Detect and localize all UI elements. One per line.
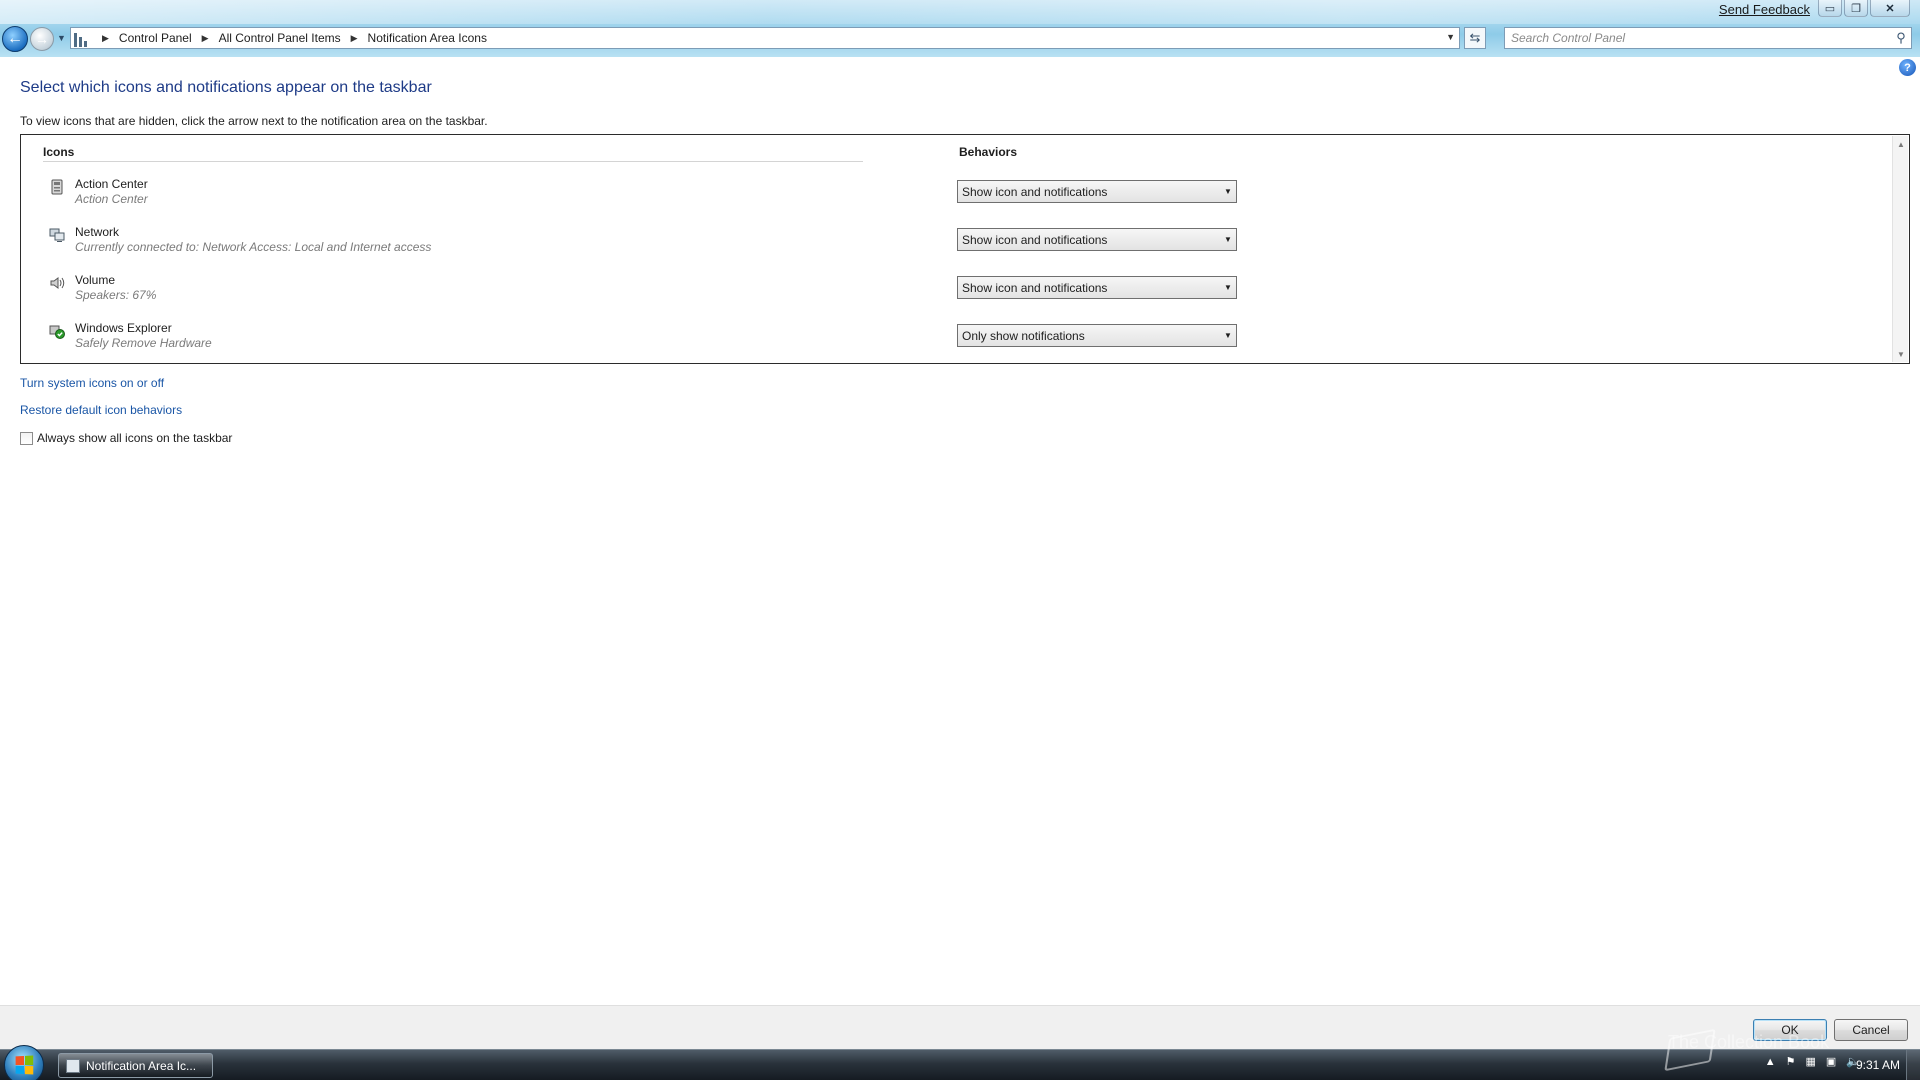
safely-remove-hardware-icon (49, 323, 65, 339)
volume-icon (49, 275, 65, 291)
vertical-scrollbar[interactable]: ▲ ▼ (1892, 136, 1908, 362)
minimize-button[interactable]: ▭ (1818, 0, 1842, 17)
dialog-footer: OK Cancel (0, 1005, 1920, 1049)
list-item-volume: Volume Speakers: 67% Show icon and notif… (21, 271, 1881, 315)
scroll-down-icon[interactable]: ▼ (1893, 346, 1909, 362)
icon-name: Action Center (75, 177, 148, 191)
always-show-label: Always show all icons on the taskbar (37, 431, 233, 445)
icon-description: Currently connected to: Network Access: … (75, 240, 432, 254)
control-panel-icon (74, 29, 94, 47)
always-show-all-icons-option[interactable]: Always show all icons on the taskbar (20, 431, 232, 445)
watermark-text: The Collection Book (1668, 1032, 1830, 1052)
help-icon[interactable]: ? (1899, 59, 1916, 76)
notification-area: ▲ ⚑ ▦ ▣ 🔈 (1765, 1055, 1860, 1069)
back-arrow-icon: ← (7, 30, 23, 47)
scroll-up-icon[interactable]: ▲ (1893, 136, 1909, 152)
breadcrumb-notification-area-icons[interactable]: Notification Area Icons (366, 31, 489, 45)
cancel-button[interactable]: Cancel (1834, 1019, 1908, 1041)
send-feedback-link[interactable]: Send Feedback (1719, 2, 1810, 17)
restore-default-behaviors-link[interactable]: Restore default icon behaviors (20, 403, 182, 417)
chevron-down-icon: ▼ (1224, 235, 1232, 244)
behavior-select[interactable]: Show icon and notifications ▼ (957, 180, 1237, 203)
always-show-checkbox[interactable] (20, 431, 33, 445)
show-desktop-button[interactable] (1906, 1050, 1920, 1080)
address-bar[interactable]: ▶ Control Panel ▶ All Control Panel Item… (70, 27, 1460, 49)
breadcrumb-separator-icon[interactable]: ▶ (202, 33, 209, 44)
behavior-selected-value: Show icon and notifications (962, 184, 1108, 199)
taskbar-item-label: Notification Area Ic... (86, 1058, 197, 1073)
title-bar: Send Feedback ▭ ❐ ✕ ← → ▼ ▶ Control Pane… (0, 0, 1920, 57)
close-button[interactable]: ✕ (1870, 0, 1910, 17)
icons-column-header: Icons (43, 145, 75, 159)
search-icon[interactable]: ⚲ (1891, 28, 1911, 48)
action-center-icon (49, 179, 65, 195)
show-hidden-icons-icon[interactable]: ▲ (1765, 1056, 1776, 1068)
action-center-tray-icon[interactable]: ⚑ (1786, 1055, 1796, 1068)
behavior-select[interactable]: Only show notifications ▼ (957, 324, 1237, 347)
page-description: To view icons that are hidden, click the… (20, 114, 488, 128)
network-icon (49, 227, 65, 243)
network-tray-icon[interactable]: ▦ (1805, 1055, 1815, 1068)
caption-buttons: ▭ ❐ ✕ (1818, 0, 1910, 17)
page-title: Select which icons and notifications app… (20, 79, 432, 96)
behavior-selected-value: Show icon and notifications (962, 280, 1108, 295)
breadcrumb-separator-icon[interactable]: ▶ (351, 33, 358, 44)
title-bar-glow (0, 0, 1920, 24)
icon-description: Safely Remove Hardware (75, 336, 212, 350)
behavior-selected-value: Only show notifications (962, 328, 1085, 343)
recent-pages-button[interactable]: ▼ (57, 33, 66, 43)
behavior-select[interactable]: Show icon and notifications ▼ (957, 228, 1237, 251)
taskbar-item-notification-area[interactable]: Notification Area Ic... (58, 1053, 213, 1078)
list-item-windows-explorer: Windows Explorer Safely Remove Hardware … (21, 319, 1881, 363)
column-header-divider (43, 161, 863, 162)
chevron-down-icon: ▼ (1224, 187, 1232, 196)
forward-arrow-icon: → (35, 31, 49, 47)
restore-button[interactable]: ❐ (1844, 0, 1868, 17)
chevron-down-icon: ▼ (1224, 283, 1232, 292)
icon-name: Volume (75, 273, 116, 287)
address-dropdown-icon[interactable]: ▼ (1446, 32, 1455, 42)
breadcrumb-separator-icon[interactable]: ▶ (102, 33, 109, 44)
search-input[interactable] (1505, 31, 1891, 45)
refresh-button[interactable]: ⇆ (1464, 27, 1486, 49)
chevron-down-icon: ▼ (1224, 331, 1232, 340)
windows-logo-icon (15, 1055, 34, 1075)
icon-description: Action Center (75, 192, 148, 206)
safely-remove-tray-icon[interactable]: ▣ (1826, 1055, 1836, 1068)
behavior-selected-value: Show icon and notifications (962, 232, 1108, 247)
list-item-action-center: Action Center Action Center Show icon an… (21, 175, 1881, 219)
list-item-network: Network Currently connected to: Network … (21, 223, 1881, 267)
search-box[interactable]: ⚲ (1504, 27, 1912, 49)
control-panel-window-icon (66, 1058, 80, 1073)
refresh-icon: ⇆ (1469, 30, 1481, 45)
breadcrumb-all-items[interactable]: All Control Panel Items (217, 31, 343, 45)
behavior-select[interactable]: Show icon and notifications ▼ (957, 276, 1237, 299)
icon-description: Speakers: 67% (75, 288, 157, 302)
icon-name: Network (75, 225, 120, 239)
breadcrumb-control-panel[interactable]: Control Panel (117, 31, 194, 45)
start-button[interactable] (4, 1045, 44, 1080)
turn-system-icons-link[interactable]: Turn system icons on or off (20, 376, 164, 390)
clock[interactable]: 9:31 AM (1856, 1058, 1900, 1072)
icon-name: Windows Explorer (75, 321, 172, 335)
behaviors-column-header: Behaviors (959, 145, 1018, 159)
forward-button[interactable]: → (30, 27, 54, 51)
notification-icons-list: Icons Behaviors Action Center Action Cen… (20, 134, 1910, 364)
back-button[interactable]: ← (2, 26, 28, 52)
taskbar: Notification Area Ic... ▲ ⚑ ▦ ▣ 🔈 9:31 A… (0, 1045, 1920, 1080)
